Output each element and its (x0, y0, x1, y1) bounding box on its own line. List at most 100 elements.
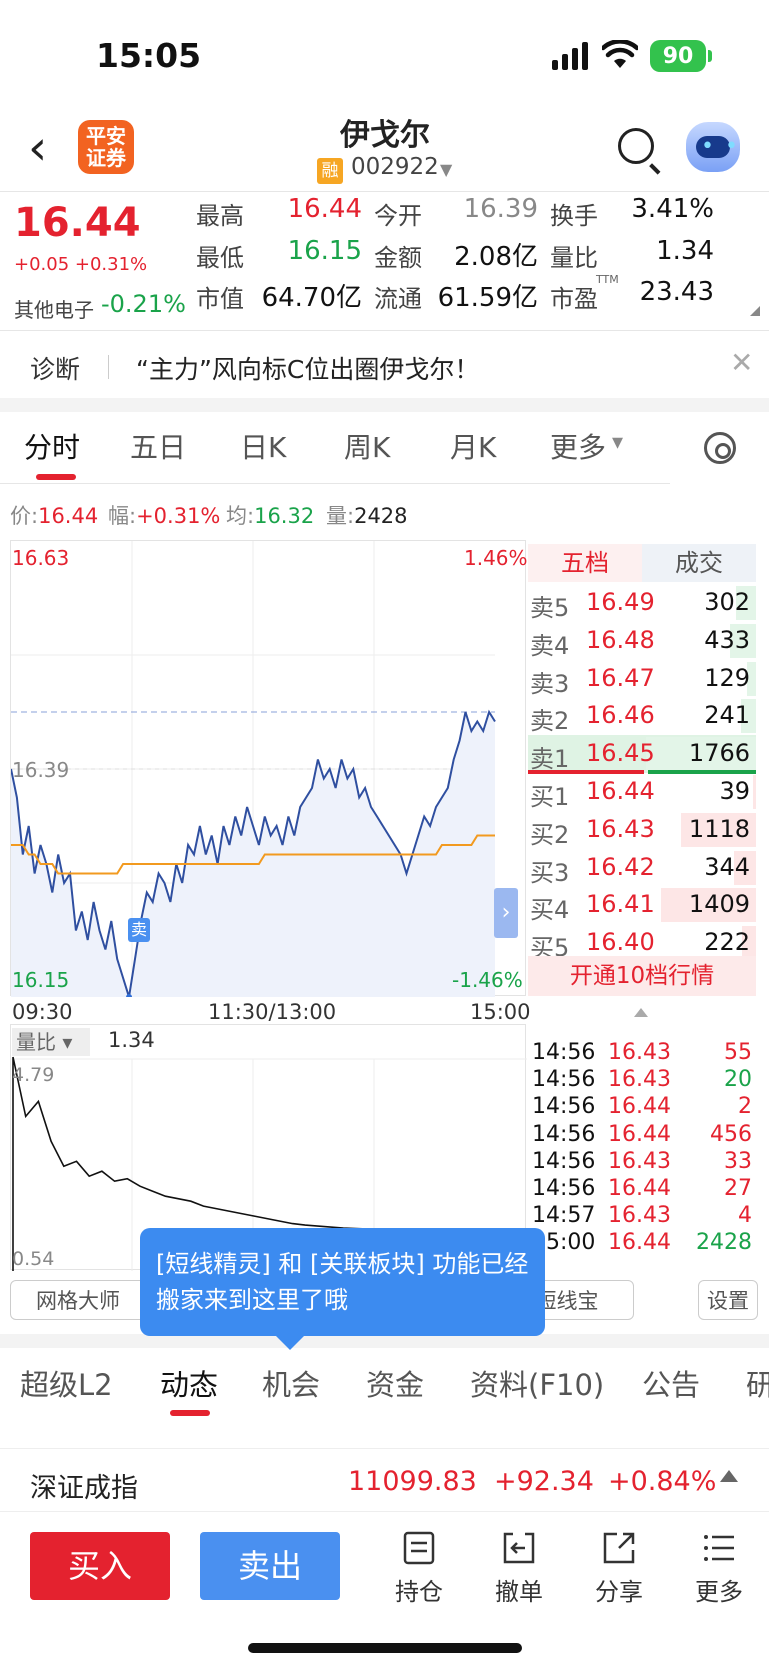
tick-time: 14:56 (532, 1067, 596, 1093)
tick-time: 14:56 (532, 1148, 596, 1174)
ask-row[interactable]: 卖1 16.45 1766 (528, 735, 756, 774)
tick-volume: 27 (724, 1176, 752, 1201)
open-10-levels-button[interactable]: 开通10档行情 (528, 956, 756, 996)
home-indicator[interactable] (248, 1643, 522, 1653)
tab-five-levels[interactable]: 五档 (528, 544, 642, 582)
tab-trades[interactable]: 成交 (642, 544, 756, 582)
expand-corner-icon[interactable] (750, 306, 760, 316)
quote-label: 市盈 (550, 285, 598, 313)
tab-detail-6[interactable]: 研 (746, 1362, 769, 1404)
y-tick-mid: 16.39 (12, 758, 70, 782)
bid-row[interactable]: 买1 16.44 39 (528, 773, 756, 811)
level-volume: 1409 (688, 890, 750, 919)
share-icon (603, 1532, 635, 1564)
level-label: 买3 (530, 858, 570, 887)
index-name: 深证成指 (30, 1473, 138, 1504)
quote-value: 16.39 (463, 194, 538, 224)
tick-row: 14:56 16.43 55 (532, 1040, 756, 1068)
quote-value: 3.41% (631, 194, 714, 224)
chevron-down-icon[interactable]: ▼ (440, 160, 452, 179)
search-icon[interactable] (618, 128, 654, 164)
bid-row[interactable]: 买3 16.42 344 (528, 849, 756, 887)
price-change: +0.05 +0.31% (14, 254, 148, 275)
more-label: 更多 (695, 1578, 743, 1606)
tab-chart-2[interactable]: 日K (240, 426, 286, 466)
y-tick-top: 16.63 (12, 546, 70, 570)
bid-row[interactable]: 买2 16.43 1118 (528, 811, 756, 849)
indicator-select[interactable]: 量比 ▾ (12, 1028, 90, 1056)
share-button[interactable]: 分享 (584, 1530, 654, 1607)
tab-detail-1[interactable]: 动态 (160, 1362, 218, 1404)
tick-time: 14:56 (532, 1121, 596, 1147)
assistant-robot-icon[interactable] (686, 122, 740, 172)
diagnosis-label[interactable]: 诊断 (30, 350, 80, 386)
holdings-button[interactable]: 持仓 (384, 1530, 454, 1607)
more-button[interactable]: 更多 (684, 1530, 754, 1607)
document-icon (403, 1531, 435, 1565)
tick-volume: 2 (738, 1094, 752, 1120)
scroll-up-icon[interactable] (634, 1008, 648, 1017)
ttm-label: TTM (596, 273, 619, 286)
cancel-order-button[interactable]: 撤单 (484, 1530, 554, 1607)
tick-time: 14:56 (532, 1040, 596, 1065)
feature-moved-tooltip[interactable]: [短线精灵] 和 [关联板块] 功能已经搬家来到这里了哦 (140, 1228, 545, 1350)
level-label: 买4 (530, 896, 570, 925)
settings-button[interactable]: 设置 (698, 1280, 758, 1320)
tick-row: 14:56 16.43 33 (532, 1149, 756, 1177)
tick-price: 16.44 (608, 1230, 671, 1256)
level-price: 16.48 (586, 625, 655, 654)
index-value: 11099.83 (348, 1466, 477, 1497)
tab-chart-4[interactable]: 月K (450, 426, 496, 466)
gear-icon[interactable] (704, 432, 736, 464)
stock-code[interactable]: 002922 (351, 154, 439, 180)
info-average: 16.32 (254, 504, 315, 528)
tab-chart-3[interactable]: 周K (344, 426, 390, 466)
tab-chart-1[interactable]: 五日 (130, 426, 186, 466)
quote-value: 1.34 (656, 236, 714, 266)
back-icon[interactable]: ‹ (28, 124, 47, 172)
bid-row[interactable]: 买4 16.41 1409 (528, 886, 756, 924)
depth-bar (752, 775, 756, 809)
tab-detail-5[interactable]: 公告 (642, 1362, 700, 1404)
tab-detail-3[interactable]: 资金 (366, 1362, 424, 1404)
tick-row: 14:56 16.44 2 (532, 1094, 756, 1122)
tick-volume: 4 (738, 1203, 752, 1229)
tab-chart-0[interactable]: 分时 (24, 426, 80, 466)
battery-level: 90 (662, 43, 694, 69)
level-label: 买2 (530, 820, 570, 849)
quote-label: 市值 (196, 285, 244, 313)
expand-orderbook-icon[interactable]: › (494, 888, 518, 938)
level-volume: 1118 (688, 814, 750, 843)
level-volume: 129 (704, 663, 750, 692)
quote-label: 换手 (550, 202, 598, 230)
tab-detail-0[interactable]: 超级L2 (20, 1362, 113, 1404)
intraday-chart[interactable] (10, 540, 526, 997)
ask-row[interactable]: 卖5 16.49 302 (528, 584, 756, 622)
diagnosis-text[interactable]: “主力”风向标C位出圈伊戈尔！ (136, 350, 479, 386)
chevron-up-icon[interactable] (720, 1470, 738, 1482)
level-label: 卖3 (530, 669, 570, 698)
active-bottom-tab-indicator (170, 1410, 210, 1416)
grid-master-button[interactable]: 网格大师 (10, 1280, 146, 1320)
close-icon[interactable]: ✕ (730, 346, 753, 379)
ask-row[interactable]: 卖3 16.47 129 (528, 660, 756, 698)
ask-row[interactable]: 卖2 16.46 241 (528, 697, 756, 735)
ask-row[interactable]: 卖4 16.48 433 (528, 622, 756, 660)
info-volume: 2428 (354, 504, 408, 528)
level-label: 买1 (530, 783, 570, 811)
index-change: +92.34 (494, 1466, 594, 1497)
tick-row: 14:56 16.44 27 (532, 1176, 756, 1204)
tab-detail-2[interactable]: 机会 (262, 1362, 320, 1404)
sell-marker[interactable]: 卖 (128, 918, 150, 942)
quote-value: 2.08亿 (454, 242, 538, 272)
tick-volume: 55 (724, 1040, 752, 1065)
level-volume: 344 (704, 852, 750, 881)
signal-icon (552, 42, 588, 70)
sell-button[interactable]: 卖出 (200, 1532, 340, 1600)
level-label: 卖1 (530, 745, 570, 774)
chevron-down-icon[interactable]: ▾ (612, 430, 623, 455)
tab-detail-4[interactable]: 资料(F10) (470, 1362, 604, 1404)
tab-chart-5[interactable]: 更多 (550, 426, 606, 466)
sector-name[interactable]: 其他电子 (14, 294, 94, 323)
buy-button[interactable]: 买入 (30, 1532, 170, 1600)
